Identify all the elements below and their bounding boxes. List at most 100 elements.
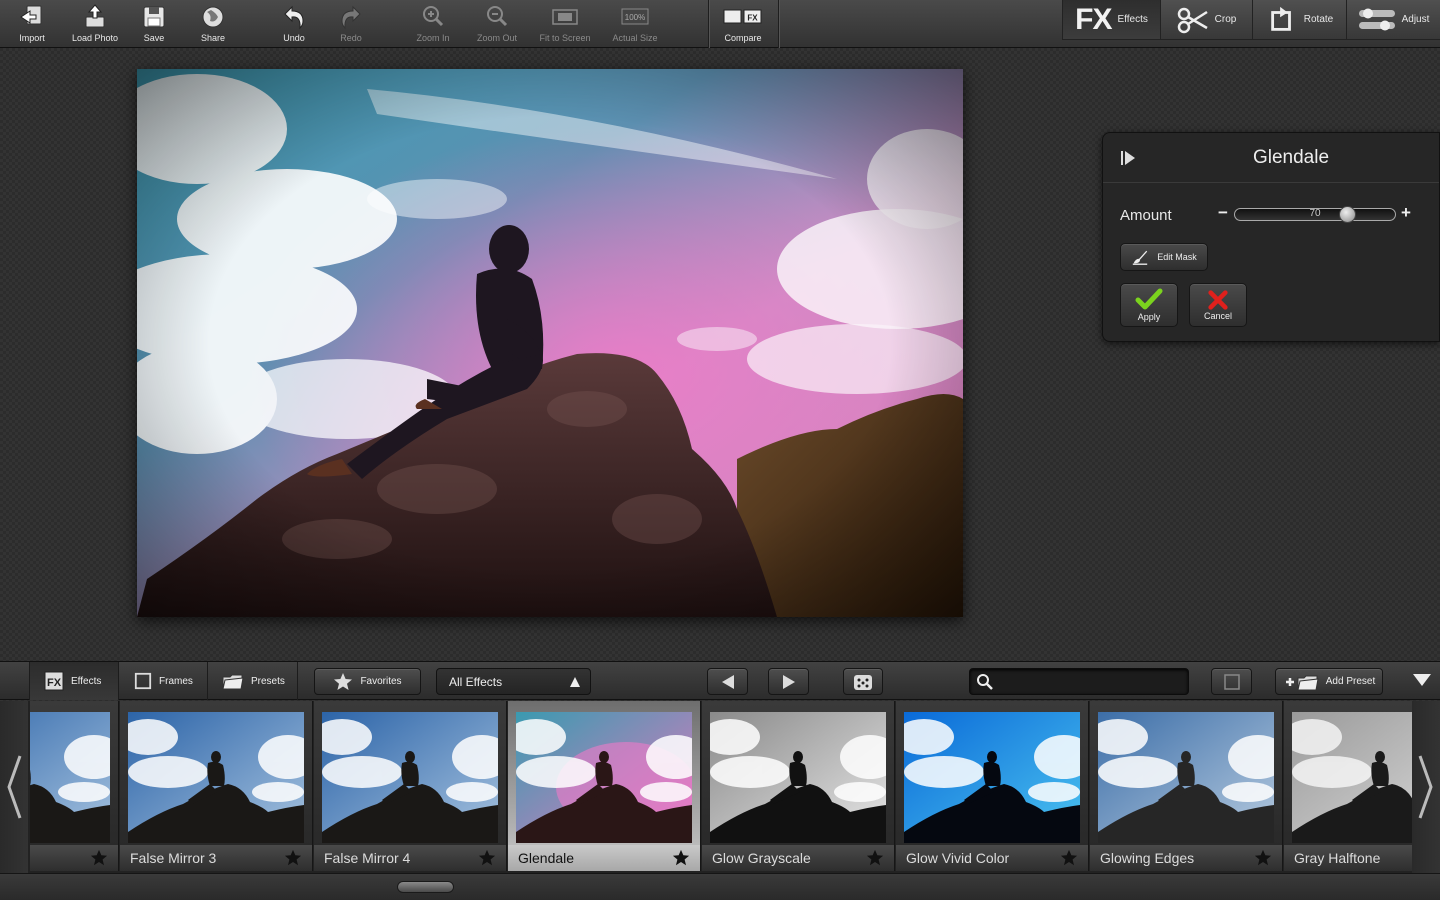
zoom-out-icon bbox=[487, 6, 508, 27]
tab-effects-browser[interactable]: FX Effects bbox=[30, 662, 119, 700]
effect-thumbnail[interactable]: False Mirror 4 bbox=[314, 701, 507, 871]
compare-icon: FX bbox=[723, 9, 762, 24]
effect-thumbnail[interactable]: Glow Grayscale bbox=[702, 701, 895, 871]
effect-thumbnail[interactable]: Glendale bbox=[508, 701, 701, 871]
tab-rotate[interactable]: Rotate bbox=[1252, 0, 1346, 40]
effect-thumbnail[interactable]: Gray Halftone bbox=[1284, 701, 1412, 871]
effect-thumbnail-label bbox=[30, 845, 118, 871]
next-effect-button[interactable] bbox=[768, 668, 809, 695]
effect-thumbnail-label: Glow Grayscale bbox=[702, 845, 894, 871]
scroll-right-button[interactable] bbox=[1412, 701, 1440, 873]
amount-label: Amount bbox=[1120, 207, 1172, 224]
save-button[interactable]: Save bbox=[122, 3, 186, 45]
effect-preview-image bbox=[1098, 712, 1274, 843]
add-preset-button[interactable]: Add Preset bbox=[1275, 668, 1383, 695]
strip-scrollbar bbox=[0, 873, 1440, 900]
photo-canvas[interactable] bbox=[137, 69, 963, 617]
add-folder-icon bbox=[1285, 675, 1319, 690]
tab-effects[interactable]: FX Effects bbox=[1062, 0, 1160, 40]
search-icon bbox=[977, 674, 993, 690]
collapse-browser-icon[interactable] bbox=[1412, 673, 1432, 687]
upload-icon bbox=[85, 4, 105, 28]
bottombar-spacer bbox=[0, 662, 30, 700]
undo-button[interactable]: Undo bbox=[262, 3, 326, 45]
effect-thumbnail[interactable]: False Mirror 3 bbox=[120, 701, 313, 871]
effect-thumbnail[interactable] bbox=[30, 701, 119, 871]
toolbar-divider bbox=[708, 0, 709, 48]
fit-to-screen-button[interactable]: Fit to Screen bbox=[532, 3, 598, 45]
effect-title: Glendale bbox=[1252, 147, 1330, 168]
effect-thumbnail-label: False Mirror 4 bbox=[314, 845, 506, 871]
frame-icon bbox=[134, 672, 152, 690]
effect-search-box bbox=[969, 668, 1189, 695]
brush-icon bbox=[1133, 250, 1148, 265]
fit-to-screen-icon bbox=[552, 9, 578, 25]
effect-thumbnail[interactable]: Glowing Edges bbox=[1090, 701, 1283, 871]
effect-preview-image bbox=[322, 712, 498, 843]
tab-crop[interactable]: Crop bbox=[1160, 0, 1252, 40]
triangle-up-icon bbox=[570, 677, 580, 687]
amount-slider-thumb[interactable] bbox=[1339, 206, 1356, 223]
amount-decrease-button[interactable]: − bbox=[1218, 203, 1228, 223]
scrollbar-handle[interactable] bbox=[397, 881, 454, 893]
favorite-star-icon[interactable] bbox=[866, 849, 884, 867]
undo-icon bbox=[284, 5, 304, 30]
tab-presets[interactable]: Presets bbox=[208, 662, 298, 700]
triangle-right-icon bbox=[782, 674, 795, 689]
favorite-star-icon[interactable] bbox=[284, 849, 302, 867]
amount-value: 70 bbox=[1309, 208, 1321, 219]
favorite-star-icon[interactable] bbox=[90, 849, 108, 867]
import-icon bbox=[20, 5, 42, 25]
floppy-disk-icon bbox=[143, 6, 165, 28]
effect-thumbnail-label: False Mirror 3 bbox=[120, 845, 312, 871]
edit-mask-button[interactable]: Edit Mask bbox=[1120, 243, 1208, 271]
favorite-star-icon[interactable] bbox=[1060, 849, 1078, 867]
favorites-button[interactable]: Favorites bbox=[314, 668, 421, 695]
svg-text:100%: 100% bbox=[625, 13, 645, 22]
folder-icon bbox=[222, 674, 244, 690]
favorite-star-icon[interactable] bbox=[478, 849, 496, 867]
effect-thumbnail-label: Gray Halftone bbox=[1284, 845, 1412, 871]
zoom-in-button[interactable]: Zoom In bbox=[401, 3, 465, 45]
effect-preview-image bbox=[516, 712, 692, 843]
edited-photo bbox=[137, 69, 963, 617]
effect-thumbnail[interactable]: Glow Vivid Color bbox=[896, 701, 1089, 871]
square-icon bbox=[1223, 673, 1240, 690]
import-button[interactable]: Import bbox=[0, 3, 64, 45]
scroll-left-button[interactable] bbox=[0, 701, 28, 873]
tab-frames[interactable]: Frames bbox=[120, 662, 208, 700]
collapse-panel-icon[interactable] bbox=[1119, 149, 1137, 167]
svg-text:FX: FX bbox=[47, 677, 62, 689]
tab-adjust[interactable]: Adjust bbox=[1346, 0, 1440, 40]
cancel-button[interactable]: Cancel bbox=[1189, 283, 1247, 327]
previous-effect-button[interactable] bbox=[707, 668, 748, 695]
effect-category-select[interactable]: All Effects bbox=[436, 668, 591, 695]
load-photo-button[interactable]: Load Photo bbox=[63, 3, 127, 45]
actual-size-icon: 100% bbox=[621, 8, 649, 25]
checkmark-icon bbox=[1135, 288, 1163, 310]
zoom-out-button[interactable]: Zoom Out bbox=[465, 3, 529, 45]
effect-preview-image bbox=[904, 712, 1080, 843]
amount-slider[interactable]: 70 bbox=[1234, 206, 1396, 223]
dice-icon bbox=[854, 674, 872, 690]
share-button[interactable]: Share bbox=[181, 3, 245, 45]
fx-logo-icon: FX bbox=[1075, 2, 1112, 36]
search-input[interactable] bbox=[998, 672, 1183, 691]
star-icon bbox=[334, 672, 353, 690]
effects-thumbnail-strip: False Mirror 3 False Mirror 4 Glendale Glow… bbox=[0, 701, 1440, 873]
actual-size-button[interactable]: 100% Actual Size bbox=[603, 3, 667, 45]
compare-button[interactable]: FX Compare bbox=[711, 3, 775, 45]
apply-button[interactable]: Apply bbox=[1120, 283, 1178, 327]
favorite-star-icon[interactable] bbox=[672, 849, 690, 867]
favorite-star-icon[interactable] bbox=[1254, 849, 1272, 867]
redo-button[interactable]: Redo bbox=[319, 3, 383, 45]
panel-header: Glendale bbox=[1103, 133, 1439, 183]
chevron-left-icon bbox=[7, 755, 22, 819]
x-icon bbox=[1208, 290, 1228, 310]
random-effect-button[interactable] bbox=[843, 668, 883, 695]
amount-increase-button[interactable]: + bbox=[1401, 203, 1411, 223]
effect-settings-panel: Glendale Amount − 70 + Edit Mask Apply C… bbox=[1102, 132, 1440, 342]
chevron-right-icon bbox=[1418, 755, 1433, 819]
toggle-view-button[interactable] bbox=[1211, 668, 1252, 695]
effect-thumbnail-label: Glowing Edges bbox=[1090, 845, 1282, 871]
